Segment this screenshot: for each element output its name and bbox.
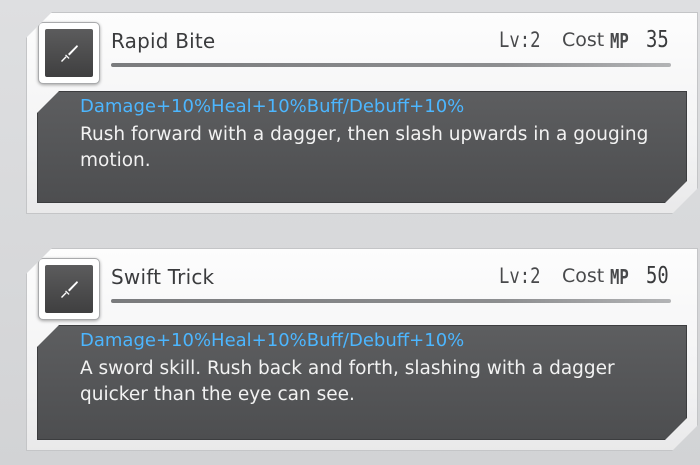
skill-icon-frame[interactable]: [38, 258, 100, 320]
title-underline: [111, 63, 671, 67]
dagger-icon: [58, 42, 80, 64]
skill-icon-frame[interactable]: [38, 22, 100, 84]
skill-level: Lv:2: [499, 28, 541, 52]
skill-card-swift-trick[interactable]: Swift Trick Lv:2 Cost MP 50 Damage+10%He…: [26, 248, 698, 451]
skill-name: Swift Trick: [111, 265, 215, 289]
cost-value: 35: [646, 27, 669, 53]
description-panel: Damage+10%Heal+10%Buff/Debuff+10% Rush f…: [37, 91, 687, 203]
cost-value: 50: [646, 263, 669, 289]
effect-bonuses: Damage+10%Heal+10%Buff/Debuff+10%: [80, 330, 465, 351]
skill-card-rapid-bite[interactable]: Rapid Bite Lv:2 Cost MP 35 Damage+10%Hea…: [26, 12, 698, 214]
skill-name: Rapid Bite: [111, 29, 216, 53]
title-underline: [111, 299, 671, 303]
skill-icon-background: [45, 265, 93, 313]
cost-label: Cost: [562, 29, 605, 51]
skill-level: Lv:2: [499, 264, 541, 288]
dagger-icon: [58, 278, 80, 300]
mp-label: MP: [610, 29, 629, 53]
skill-icon-background: [45, 29, 93, 77]
effect-bonuses: Damage+10%Heal+10%Buff/Debuff+10%: [80, 96, 465, 117]
skill-description: Rush forward with a dagger, then slash u…: [80, 124, 649, 171]
skill-description: A sword skill. Rush back and forth, slas…: [80, 358, 615, 405]
cost-label: Cost: [562, 265, 605, 287]
description-panel: Damage+10%Heal+10%Buff/Debuff+10% A swor…: [37, 325, 687, 440]
mp-label: MP: [610, 265, 629, 289]
